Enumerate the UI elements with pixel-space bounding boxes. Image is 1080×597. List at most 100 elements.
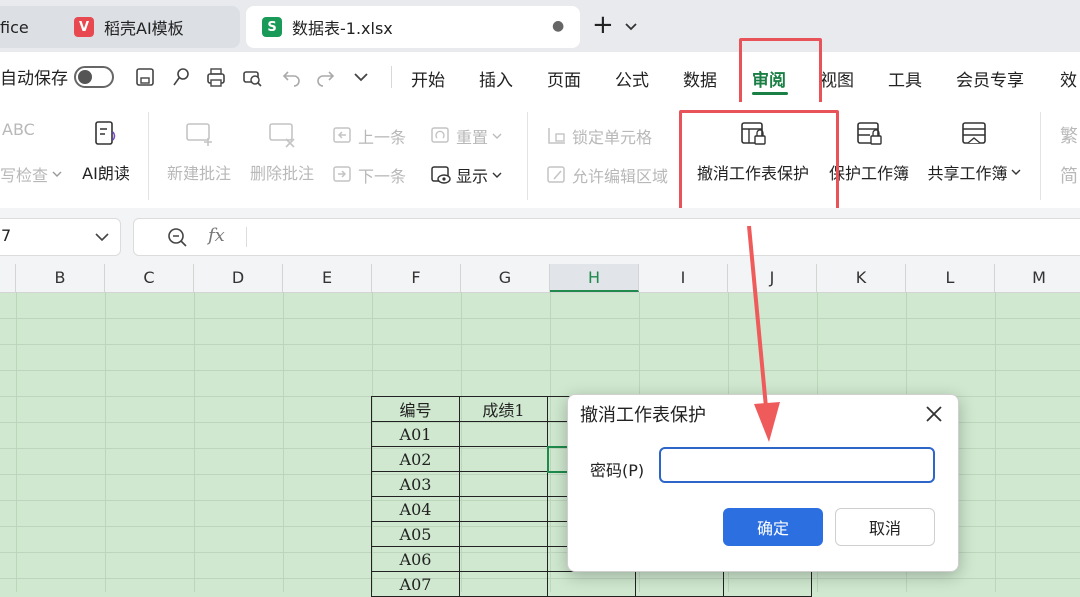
autosave-label: 自动保存 (0, 69, 68, 89)
column-headers: B C D E F G H I J K L M (0, 264, 1080, 293)
column-header[interactable]: K (817, 264, 906, 292)
divider (527, 112, 528, 200)
delete-comment-button[interactable]: 删除批注 (246, 120, 318, 184)
simplified-chinese-button[interactable]: 简 (1060, 162, 1078, 188)
tab-spreadsheet[interactable]: S 数据表-1.xlsx ● (246, 6, 580, 48)
table-cell[interactable] (459, 496, 548, 522)
spell-check-label: 写检查 (0, 166, 49, 185)
ok-button[interactable]: 确定 (723, 508, 823, 546)
new-tab-button[interactable]: + (592, 10, 614, 40)
redo-icon[interactable] (315, 66, 337, 88)
table-cell[interactable] (459, 446, 548, 472)
chevron-down-icon (492, 172, 502, 178)
workbook-lock-icon (857, 122, 882, 145)
table-cell[interactable] (459, 471, 548, 497)
table-cell[interactable] (635, 571, 724, 597)
name-box[interactable]: 7 (0, 218, 121, 256)
menu-home[interactable]: 开始 (411, 66, 445, 91)
column-header-a[interactable] (0, 264, 16, 292)
menu-formula[interactable]: 公式 (615, 66, 649, 91)
chevron-down-icon (492, 133, 502, 139)
column-header[interactable]: G (461, 264, 550, 292)
menu-member[interactable]: 会员专享 (956, 66, 1024, 91)
next-comment-button[interactable]: 下一条 (332, 163, 406, 187)
id-cell[interactable]: A07 (371, 571, 460, 597)
column-header[interactable]: C (105, 264, 194, 292)
menu-view[interactable]: 视图 (820, 66, 854, 91)
allow-edit-label: 允许编辑区域 (572, 167, 669, 186)
share-workbook-label: 共享工作簿 (927, 164, 1008, 183)
spreadsheet-icon: S (262, 17, 282, 37)
table-cell[interactable] (723, 571, 812, 597)
name-box-value: 7 (1, 226, 12, 245)
docer-icon: V (74, 17, 94, 37)
id-cell[interactable]: A03 (371, 471, 460, 497)
id-cell[interactable]: A06 (371, 546, 460, 572)
undo-icon[interactable] (280, 66, 302, 88)
table-cell[interactable] (459, 546, 548, 572)
column-header[interactable]: E (283, 264, 372, 292)
print-icon[interactable] (205, 66, 227, 88)
header-cell[interactable]: 成绩1 (459, 396, 548, 422)
share-workbook-icon (962, 122, 986, 144)
fx-icon[interactable]: fx (208, 225, 225, 246)
id-cell[interactable]: A02 (371, 446, 460, 472)
chevron-down-icon[interactable] (624, 22, 638, 32)
traditional-chinese-button[interactable]: 繁 (1060, 122, 1078, 148)
share-workbook-button[interactable]: 共享工作簿 (924, 120, 1024, 184)
password-input[interactable] (659, 447, 935, 483)
lock-cell-button[interactable]: 锁定单元格 (546, 124, 652, 148)
dialog-title: 撤消工作表保护 (580, 405, 706, 426)
cancel-button[interactable]: 取消 (835, 508, 935, 546)
allow-edit-icon (547, 166, 565, 183)
menu-efficiency[interactable]: 效 (1060, 66, 1077, 91)
menu-tools[interactable]: 工具 (888, 66, 922, 91)
ai-read-button[interactable]: AI朗读 (78, 120, 134, 184)
header-cell[interactable]: 编号 (371, 396, 460, 422)
share-link-icon[interactable] (170, 66, 192, 88)
tab-docer-templates[interactable]: V 稻壳AI模板 (56, 6, 240, 48)
spell-check-button[interactable]: 写检查 (0, 162, 62, 186)
share-workbook-row: 共享工作簿 (924, 160, 1024, 184)
delete-comment-label: 删除批注 (249, 164, 314, 183)
menu-page[interactable]: 页面 (547, 66, 581, 91)
print-preview-icon[interactable] (241, 66, 263, 88)
formula-input[interactable]: fx (133, 218, 1080, 256)
menu-data[interactable]: 数据 (683, 66, 717, 91)
show-button[interactable]: 显示 (430, 163, 502, 187)
allow-edit-range-button[interactable]: 允许编辑区域 (546, 163, 668, 187)
column-header[interactable]: M (995, 264, 1080, 292)
column-header[interactable]: D (194, 264, 283, 292)
column-header[interactable]: I (639, 264, 728, 292)
save-icon[interactable] (134, 66, 156, 88)
zoom-search-icon[interactable] (166, 226, 188, 248)
new-comment-button[interactable]: 新建批注 (163, 120, 235, 184)
id-cell[interactable]: A05 (371, 521, 460, 547)
column-header[interactable]: L (906, 264, 995, 292)
prev-comment-button[interactable]: 上一条 (332, 124, 406, 148)
chevron-down-icon[interactable] (353, 72, 369, 82)
table-cell[interactable] (459, 571, 548, 597)
column-header[interactable]: B (16, 264, 105, 292)
tab-label: 稻壳AI模板 (104, 19, 184, 38)
unprotect-sheet-dialog: 撤消工作表保护 密码(P) 确定 取消 (567, 394, 959, 572)
new-comment-icon (186, 123, 212, 146)
table-row: A07 (371, 571, 812, 597)
autosave-toggle[interactable] (74, 66, 114, 88)
unsaved-dot-icon[interactable]: ● (552, 18, 564, 34)
reset-icon (431, 127, 449, 143)
close-icon[interactable] (925, 405, 943, 423)
id-cell[interactable]: A01 (371, 421, 460, 447)
table-cell[interactable] (547, 571, 636, 597)
lock-cell-label: 锁定单元格 (572, 128, 653, 147)
reset-button[interactable]: 重置 (430, 124, 502, 148)
chevron-down-icon (52, 171, 62, 177)
menu-insert[interactable]: 插入 (479, 66, 513, 91)
ribbon: ABC 写检查 AI朗读 新建批注 删除批注 上一条 下一条 重置 显示 锁定单… (0, 102, 1080, 209)
column-header[interactable]: J (728, 264, 817, 292)
table-cell[interactable] (459, 421, 548, 447)
column-header-selected[interactable]: H (550, 264, 639, 292)
table-cell[interactable] (459, 521, 548, 547)
id-cell[interactable]: A04 (371, 496, 460, 522)
column-header[interactable]: F (372, 264, 461, 292)
